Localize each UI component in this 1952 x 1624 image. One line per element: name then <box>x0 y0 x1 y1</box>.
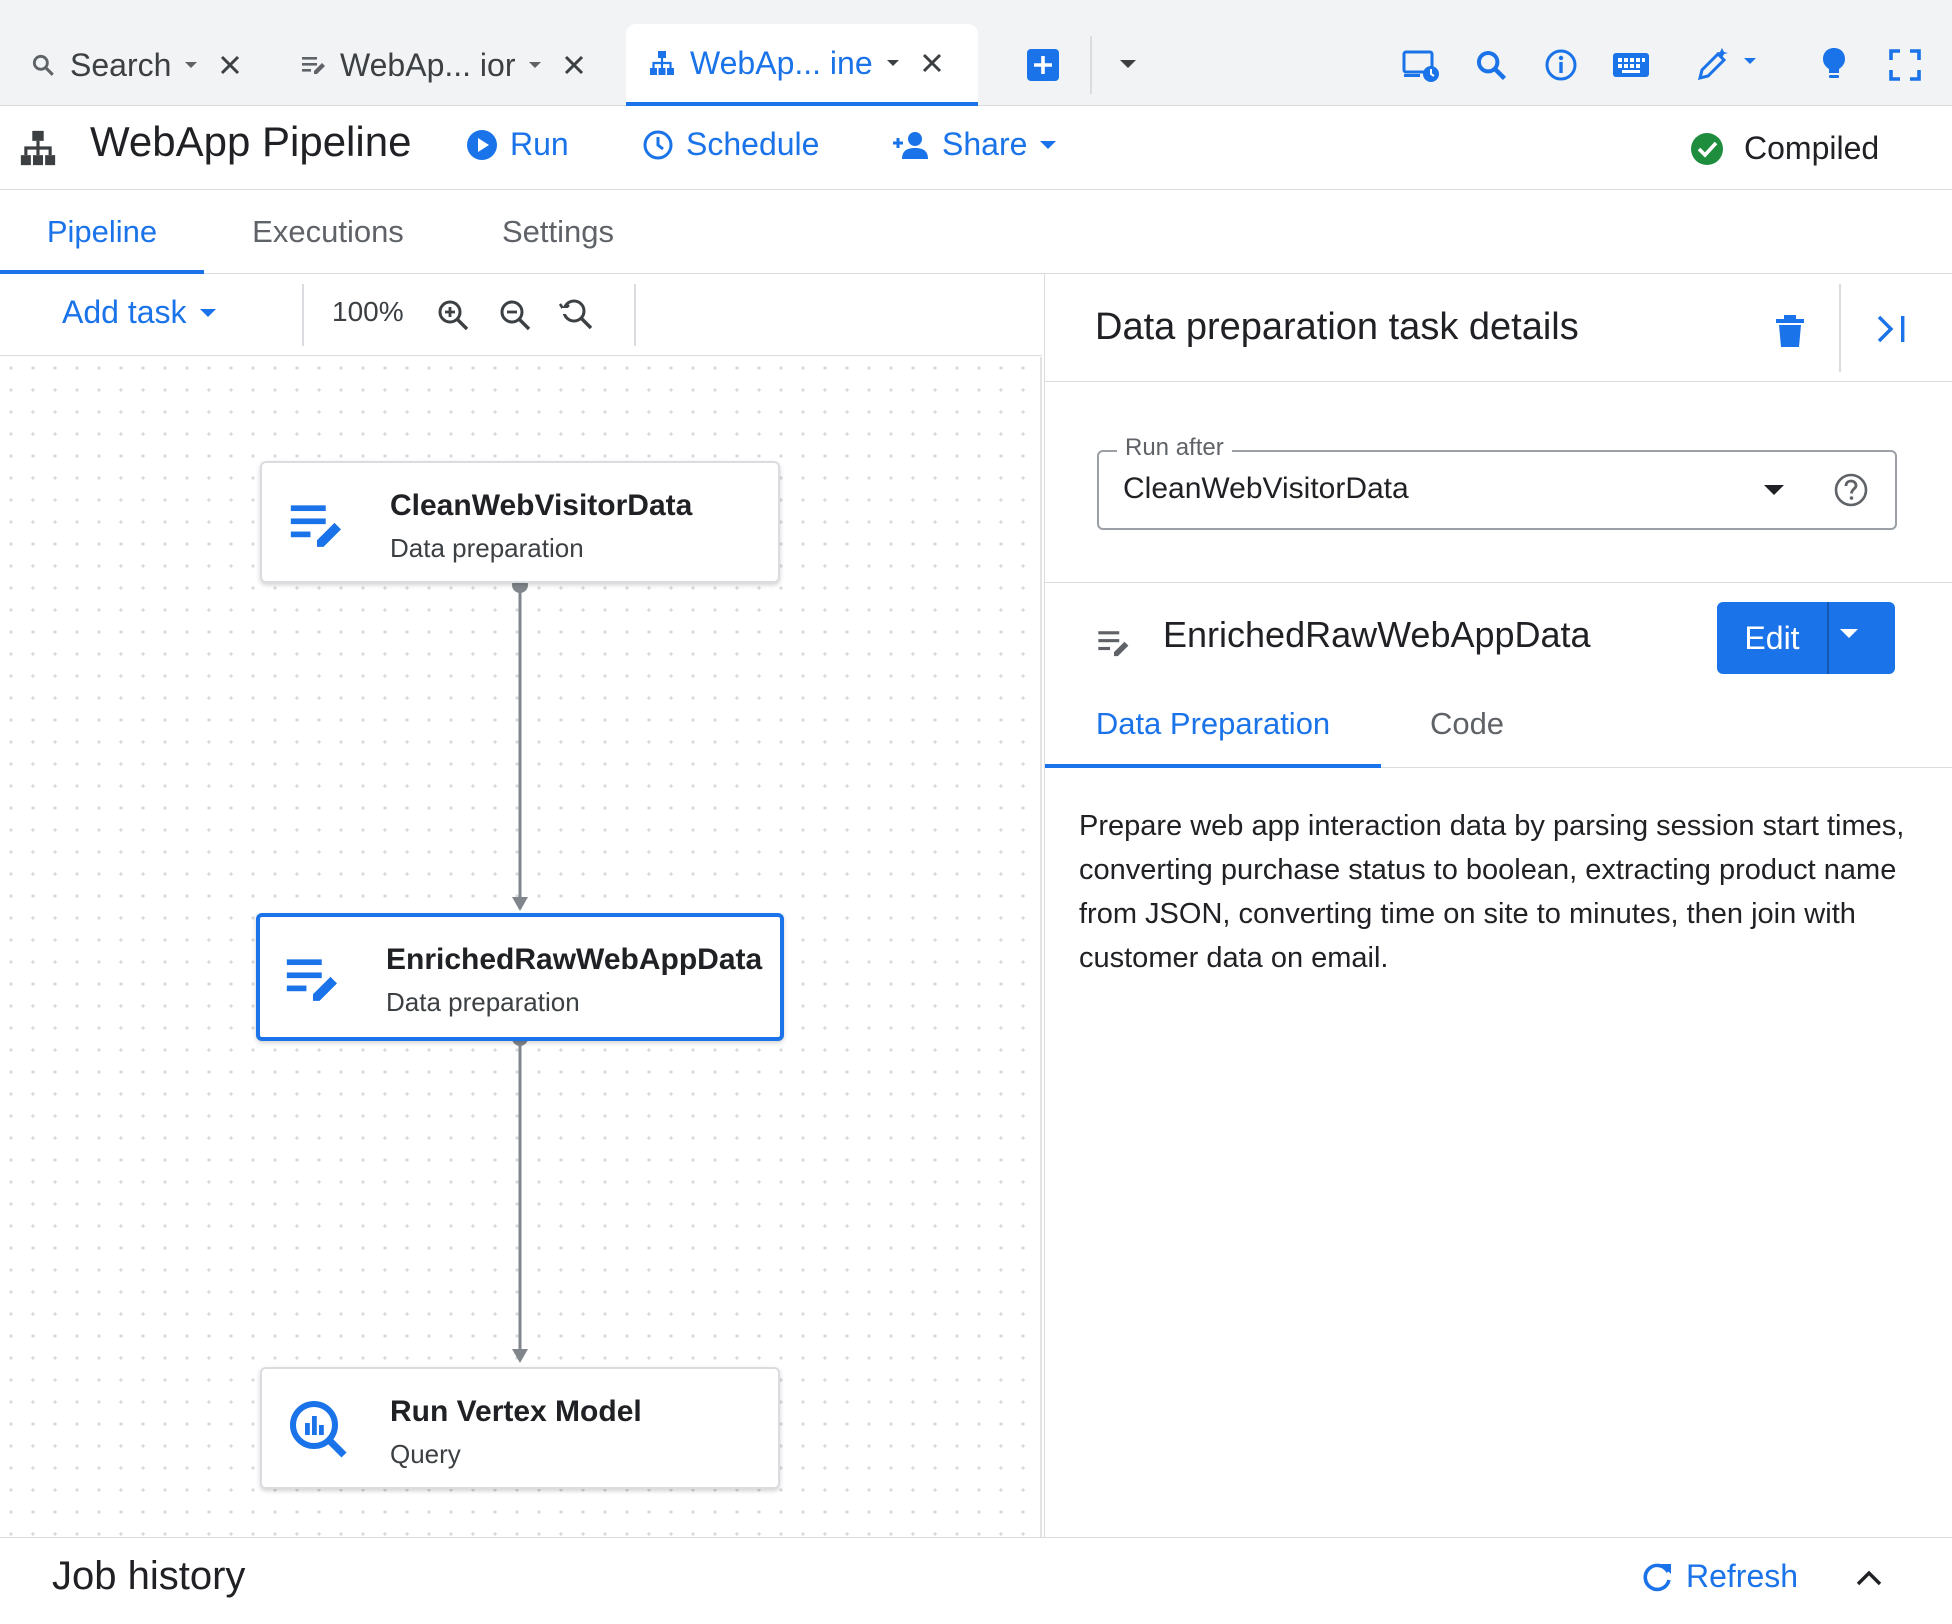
query-icon <box>288 1399 348 1459</box>
tab-divider <box>1090 36 1092 94</box>
info-icon[interactable] <box>1544 48 1578 82</box>
pipeline-icon <box>648 49 676 77</box>
check-circle-icon <box>1690 132 1724 166</box>
tab-label: WebAp... ior <box>340 46 516 83</box>
pipeline-header: WebApp Pipeline Run Schedule Share Compi… <box>0 106 1952 190</box>
close-icon[interactable] <box>921 52 943 74</box>
canvas-toolbar: Add task 100% <box>0 274 1042 356</box>
edit-button-group: Edit <box>1717 602 1895 674</box>
node-subtitle: Data preparation <box>386 987 580 1017</box>
chevron-down-icon[interactable] <box>183 60 199 70</box>
close-icon[interactable] <box>219 54 241 76</box>
browser-tab-bar: Search WebAp... ior WebAp... ine <box>0 0 1952 106</box>
add-task-button[interactable]: Add task <box>62 294 217 331</box>
chevron-down-icon[interactable] <box>527 60 543 70</box>
node-title: Run Vertex Model <box>390 1395 642 1428</box>
job-history-bar: Job history Refresh <box>0 1537 1952 1624</box>
close-icon[interactable] <box>563 54 585 76</box>
tab-label: Search <box>70 46 172 83</box>
magic-edit-icon[interactable] <box>1696 46 1760 82</box>
chevron-down-icon[interactable] <box>1763 484 1785 496</box>
tab-executions[interactable]: Executions <box>228 190 428 274</box>
fullscreen-icon[interactable] <box>1888 48 1922 82</box>
node-title: CleanWebVisitorData <box>390 489 693 522</box>
add-person-icon <box>892 130 942 160</box>
chevron-down-icon <box>1039 140 1069 150</box>
search-icon[interactable] <box>1474 48 1508 82</box>
pipeline-node[interactable]: Run Vertex Model Query <box>260 1367 780 1489</box>
toolbar-divider <box>634 284 636 346</box>
chevron-up-icon[interactable] <box>1856 1570 1882 1586</box>
share-label: Share <box>942 126 1028 162</box>
play-icon <box>466 129 510 161</box>
data-prep-icon <box>284 955 342 1003</box>
run-after-value: CleanWebVisitorData <box>1123 472 1409 505</box>
chevron-down-icon <box>199 308 217 318</box>
run-after-label: Run after <box>1117 434 1232 462</box>
run-button[interactable]: Run <box>466 126 569 163</box>
section-divider <box>1045 582 1952 583</box>
refresh-icon <box>1640 1560 1674 1594</box>
clock-icon <box>642 129 686 161</box>
run-after-select[interactable]: Run after CleanWebVisitorData <box>1097 434 1897 530</box>
zoom-reset-icon[interactable] <box>558 296 594 332</box>
share-button[interactable]: Share <box>892 126 1069 163</box>
status-label: Compiled <box>1744 130 1880 166</box>
header-divider <box>1839 284 1841 372</box>
page-title: WebApp Pipeline <box>90 118 412 165</box>
tab-code[interactable]: Code <box>1381 694 1553 768</box>
zoom-out-icon[interactable] <box>498 298 532 332</box>
schedule-label: Schedule <box>686 126 820 162</box>
add-task-label: Add task <box>62 294 187 330</box>
search-icon <box>30 52 56 78</box>
add-tab-icon[interactable] <box>1026 48 1060 82</box>
lightbulb-icon[interactable] <box>1820 46 1848 82</box>
tab-search[interactable]: Search <box>30 24 241 106</box>
edit-button[interactable]: Edit <box>1717 602 1827 674</box>
tab-webapp-pipeline[interactable]: WebAp... ine <box>626 24 978 106</box>
tab-pipeline[interactable]: Pipeline <box>0 190 204 274</box>
details-header: Data preparation task details <box>1045 274 1952 382</box>
pipeline-tabs: Pipeline Executions Settings <box>0 190 1952 274</box>
task-description: Prepare web app interaction data by pars… <box>1079 810 1905 974</box>
help-icon[interactable] <box>1833 472 1869 508</box>
zoom-in-icon[interactable] <box>436 298 470 332</box>
compile-status: Compiled <box>1690 130 1879 167</box>
task-name: EnrichedRawWebAppData <box>1163 614 1591 655</box>
details-tabs: Data Preparation Code <box>1045 694 1952 768</box>
data-prep-icon <box>300 52 326 78</box>
refresh-label: Refresh <box>1686 1558 1799 1594</box>
chevron-down-icon[interactable] <box>1839 628 1859 640</box>
tab-webapp-behavior[interactable]: WebAp... ior <box>300 24 585 106</box>
pipeline-canvas[interactable]: CleanWebVisitorData Data preparation Enr… <box>0 357 1042 1537</box>
tab-data-preparation[interactable]: Data Preparation <box>1045 694 1381 768</box>
pipeline-node[interactable]: CleanWebVisitorData Data preparation <box>260 461 780 583</box>
node-title: EnrichedRawWebAppData <box>386 943 763 976</box>
tab-label: WebAp... ine <box>690 44 873 81</box>
split-divider <box>1827 602 1829 674</box>
collapse-panel-icon[interactable] <box>1875 312 1909 346</box>
chevron-down-icon[interactable] <box>885 58 901 68</box>
compute-icon[interactable] <box>1402 48 1440 84</box>
node-subtitle: Data preparation <box>390 533 584 563</box>
run-label: Run <box>510 126 569 162</box>
task-details-panel: Data preparation task details Run after … <box>1044 274 1952 1537</box>
refresh-button[interactable]: Refresh <box>1640 1558 1798 1595</box>
toolbar-divider <box>302 284 304 346</box>
job-history-title: Job history <box>52 1554 246 1598</box>
details-title: Data preparation task details <box>1095 306 1579 348</box>
data-prep-icon <box>288 501 346 549</box>
zoom-level: 100% <box>332 296 404 327</box>
node-subtitle: Query <box>390 1439 461 1469</box>
more-tabs-icon[interactable] <box>1118 58 1138 70</box>
data-prep-icon <box>1097 628 1131 658</box>
delete-icon[interactable] <box>1775 314 1805 348</box>
keyboard-icon[interactable] <box>1612 50 1650 80</box>
schedule-button[interactable]: Schedule <box>642 126 819 163</box>
tab-settings[interactable]: Settings <box>474 190 642 274</box>
pipeline-icon <box>18 128 58 168</box>
pipeline-node-selected[interactable]: EnrichedRawWebAppData Data preparation <box>256 913 784 1041</box>
